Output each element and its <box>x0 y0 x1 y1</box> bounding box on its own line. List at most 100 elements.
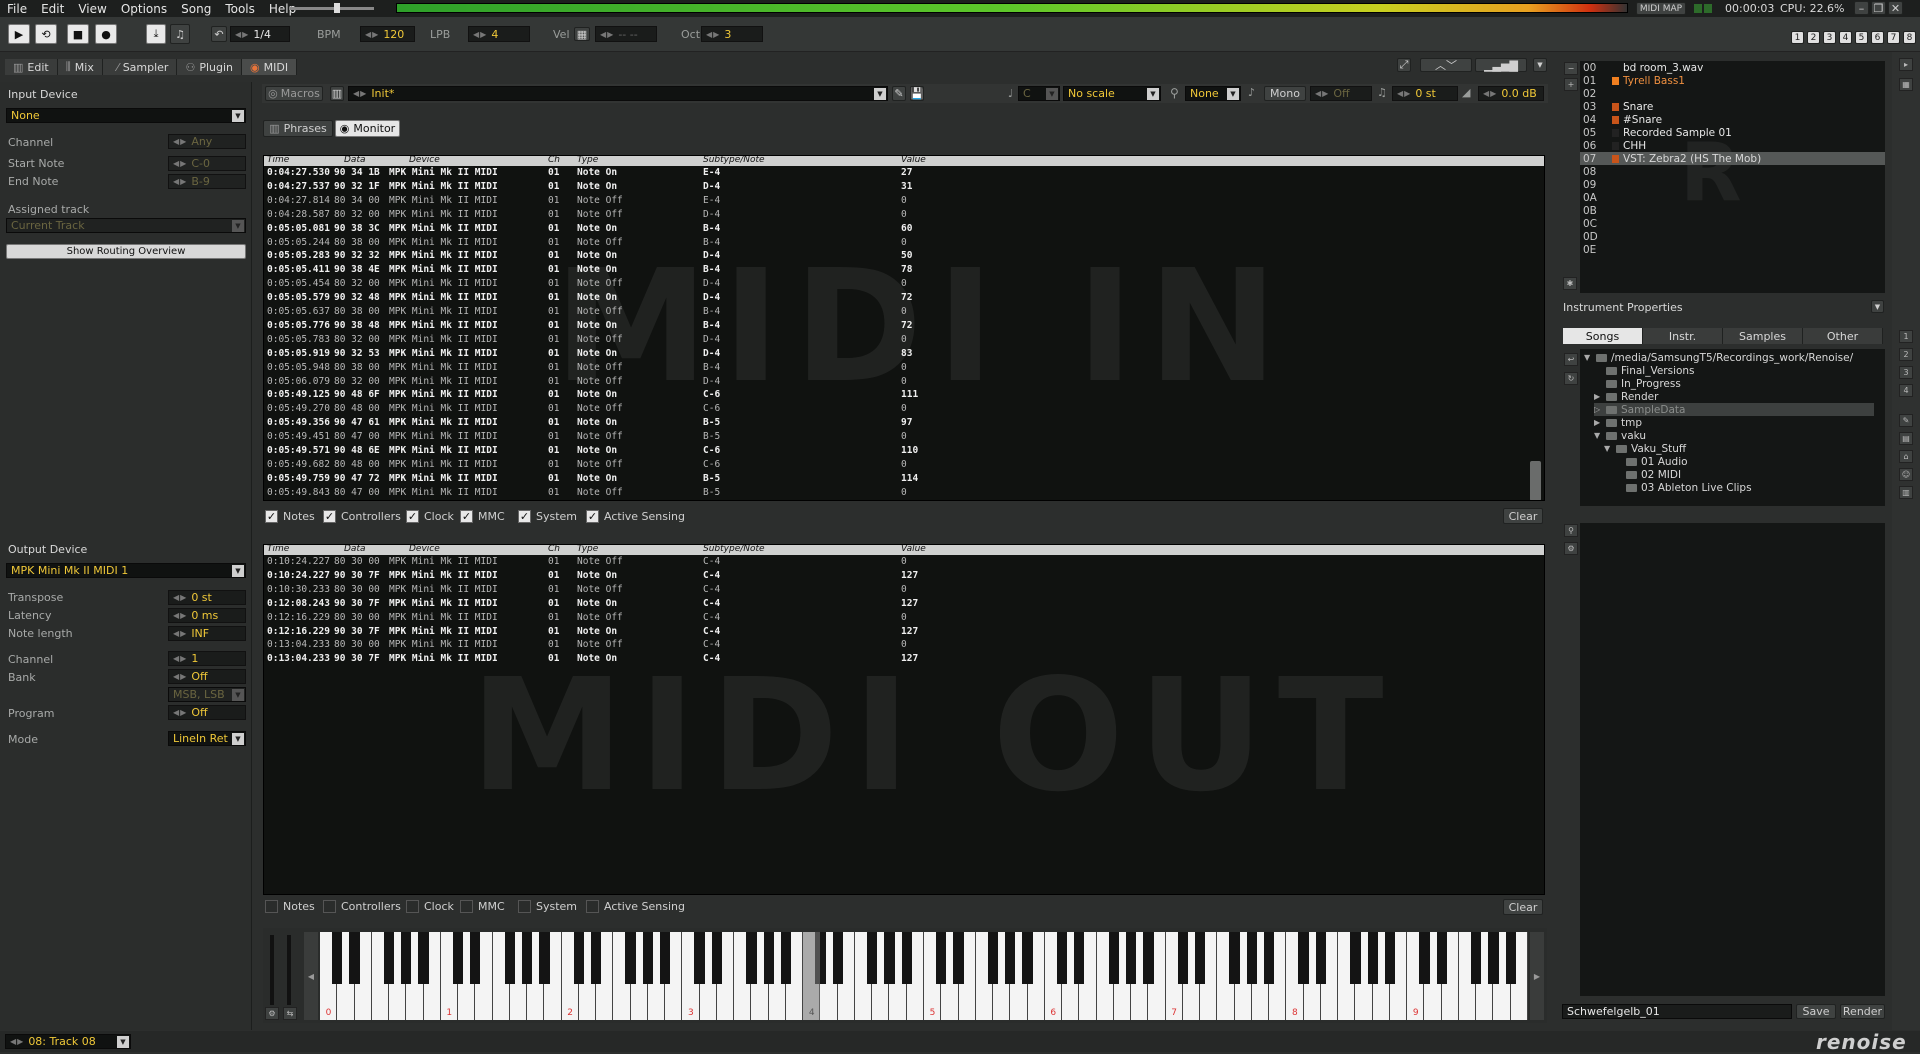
scope-spectrum-button[interactable]: ▁▃▅▇ <box>1475 58 1527 72</box>
piano-black-key[interactable] <box>746 932 757 984</box>
browser-folder[interactable]: In_Progress <box>1594 377 1681 390</box>
piano-black-key[interactable] <box>401 932 412 984</box>
browser-options-icon[interactable]: ⚙ <box>1564 542 1578 555</box>
mono-button[interactable]: Mono <box>1264 86 1306 101</box>
checkbox-icon[interactable] <box>265 900 278 913</box>
browser-folder[interactable]: Final_Versions <box>1594 364 1695 377</box>
latency-field[interactable]: ◀▶ 0 ms <box>168 608 246 623</box>
menu-song[interactable]: Song <box>174 2 218 16</box>
slot-2-icon[interactable]: 2 <box>1899 348 1913 361</box>
add-instrument-icon[interactable]: + <box>1564 78 1578 91</box>
filter-controllers[interactable]: Controllers <box>323 900 401 913</box>
output-channel-field[interactable]: ◀▶ 1 <box>168 651 246 666</box>
tab-plugin[interactable]: ⚇ Plugin <box>177 59 243 75</box>
tab-edit[interactable]: ▥ Edit <box>5 59 58 75</box>
piano-keyboard[interactable]: 0123456789 <box>320 932 1528 1020</box>
piano-black-key[interactable] <box>504 932 515 984</box>
keyboard-mode-icon[interactable]: ⇆ <box>283 1007 297 1020</box>
program-field[interactable]: ◀▶ Off <box>168 705 246 720</box>
browser-folder[interactable]: ▶ tmp <box>1594 416 1642 429</box>
scope-icon[interactable]: ⤢ <box>1397 58 1411 72</box>
tab-monitor[interactable]: ◉ Monitor <box>335 120 400 137</box>
expand-arrow-icon[interactable]: ▼ <box>1594 431 1606 440</box>
piano-black-key[interactable] <box>867 932 878 984</box>
user-icon[interactable]: ☺ <box>1899 468 1913 481</box>
checkbox-checked-icon[interactable]: ✓ <box>323 510 336 523</box>
show-routing-overview-button[interactable]: Show Routing Overview <box>6 244 246 259</box>
checkbox-checked-icon[interactable]: ✓ <box>406 510 419 523</box>
velocity-field[interactable]: ◀▶ -- -- <box>595 26 657 42</box>
glide-field[interactable]: ◀▶ Off <box>1310 86 1372 101</box>
track-8-button[interactable]: 8 <box>1903 31 1916 44</box>
checkbox-icon[interactable] <box>518 900 531 913</box>
tab-mix[interactable]: ⫼ Mix <box>58 59 103 75</box>
piano-black-key[interactable] <box>1143 932 1154 984</box>
song-name-field[interactable]: Schwefelgelb_01 <box>1562 1004 1792 1019</box>
instrument-row[interactable]: 04 #Snare <box>1580 113 1885 126</box>
filter-mmc[interactable]: ✓ MMC <box>460 510 505 523</box>
octave-field[interactable]: ◀▶ 3 <box>701 26 763 42</box>
filter-notes[interactable]: ✓ Notes <box>265 510 315 523</box>
instrument-transpose-field[interactable]: ◀▶ 0 st <box>1392 86 1458 101</box>
scope-waveform-button[interactable]: ︿﹀ <box>1420 58 1472 72</box>
filter-notes[interactable]: Notes <box>265 900 315 913</box>
instrument-volume-field[interactable]: ◀▶ 0.0 dB <box>1478 86 1544 101</box>
piano-black-key[interactable] <box>1263 932 1275 984</box>
track-2-button[interactable]: 2 <box>1807 31 1820 44</box>
browser-tab-samples[interactable]: Samples <box>1723 328 1803 344</box>
track-1-button[interactable]: 1 <box>1791 31 1804 44</box>
track-select[interactable]: ◀▶ 08: Track 08 ▼ <box>5 1034 131 1049</box>
piano-black-key[interactable] <box>1384 932 1396 984</box>
browser-tab-instr[interactable]: Instr. <box>1643 328 1723 344</box>
note-length-field[interactable]: ◀▶ INF <box>168 626 246 641</box>
piano-black-key[interactable] <box>470 932 481 984</box>
filter-system[interactable]: System <box>518 900 577 913</box>
piano-black-key[interactable] <box>452 932 464 984</box>
piano-black-key[interactable] <box>625 932 636 984</box>
filter-active-sensing[interactable]: ✓ Active Sensing <box>586 510 685 523</box>
pitch-slider[interactable] <box>270 935 274 1005</box>
filter-system[interactable]: ✓ System <box>518 510 577 523</box>
midi-out-monitor[interactable]: MIDI OUT Time Data Device Ch Type Subtyp… <box>263 544 1545 895</box>
menu-view[interactable]: View <box>71 2 113 16</box>
checkbox-checked-icon[interactable]: ✓ <box>460 510 473 523</box>
piano-black-key[interactable] <box>332 932 343 984</box>
piano-black-key[interactable] <box>1177 932 1189 984</box>
filter-active-sensing[interactable]: Active Sensing <box>586 900 685 913</box>
input-device-select[interactable]: None ▼ <box>6 108 246 123</box>
piano-black-key[interactable] <box>1074 932 1085 984</box>
menu-tools[interactable]: Tools <box>218 2 262 16</box>
key-select[interactable]: C ▼ <box>1018 86 1060 101</box>
clear-out-button[interactable]: Clear <box>1503 899 1543 915</box>
metronome-button[interactable]: ♫ <box>170 24 190 44</box>
macros-button[interactable]: ◎ Macros <box>265 86 323 101</box>
piano-black-key[interactable] <box>1471 932 1482 984</box>
checkbox-checked-icon[interactable]: ✓ <box>265 510 278 523</box>
menu-edit[interactable]: Edit <box>34 2 71 16</box>
piano-black-key[interactable] <box>659 932 671 984</box>
piano-black-key[interactable] <box>987 932 999 984</box>
browser-back-icon[interactable]: ↩ <box>1564 353 1578 366</box>
checkbox-icon[interactable] <box>586 900 599 913</box>
instrument-row[interactable]: 0D <box>1580 230 1885 243</box>
piano-black-key[interactable] <box>832 932 843 984</box>
velocity-keyboard-icon[interactable]: ▦ <box>574 27 590 41</box>
browser-folder[interactable]: ▼ /media/SamsungT5/Recordings_work/Renois… <box>1584 351 1853 364</box>
track-6-button[interactable]: 6 <box>1871 31 1884 44</box>
piano-black-key[interactable] <box>1229 932 1240 984</box>
piano-black-key[interactable] <box>642 932 654 984</box>
output-device-select[interactable]: MPK Mini Mk II MIDI 1 ▼ <box>6 563 246 578</box>
piano-black-key[interactable] <box>780 932 792 984</box>
piano-black-key[interactable] <box>1367 932 1378 984</box>
browser-folder[interactable]: ▶ Render <box>1594 390 1658 403</box>
browser-tab-songs[interactable]: Songs <box>1563 328 1643 344</box>
keyboard-settings-icon[interactable]: ⚙ <box>265 1007 279 1020</box>
piano-black-key[interactable] <box>349 932 360 984</box>
trigger-select[interactable]: None ▼ <box>1185 86 1241 101</box>
piano-black-key[interactable] <box>953 932 964 984</box>
menu-file[interactable]: File <box>0 2 34 16</box>
instrument-row[interactable]: 07 VST: Zebra2 (HS The Mob) <box>1580 152 1885 165</box>
browser-folder[interactable]: 02 MIDI <box>1614 468 1681 481</box>
instrument-row[interactable]: 08 <box>1580 165 1885 178</box>
play-button[interactable]: ▶ <box>8 24 30 44</box>
